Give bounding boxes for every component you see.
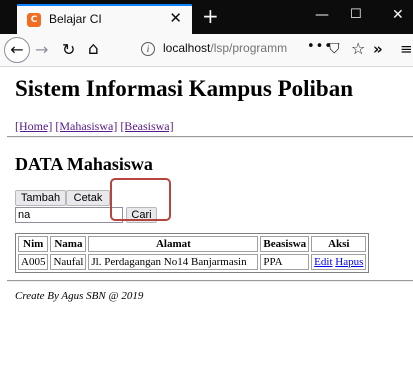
- url-path: /lsp/programm: [210, 41, 288, 55]
- footer-text: Create By Agus SBN @ 2019: [15, 290, 144, 302]
- url-host: localhost: [163, 41, 211, 55]
- divider: [7, 280, 413, 282]
- pocket-icon[interactable]: ⛉: [329, 41, 340, 57]
- cell-nama: Naufal: [50, 254, 87, 270]
- home-icon[interactable]: ⌂: [88, 39, 99, 59]
- table-row: A005 Naufal Jl. Perdagangan No14 Banjarm…: [18, 254, 367, 270]
- window-close-icon[interactable]: ✕: [392, 8, 404, 22]
- cell-nim: A005: [18, 254, 49, 270]
- hamburger-menu-icon[interactable]: ≡: [400, 40, 413, 58]
- forward-icon[interactable]: →: [35, 40, 48, 59]
- hapus-link[interactable]: Hapus: [335, 256, 363, 268]
- tab-title: Belajar CI: [49, 12, 102, 26]
- reload-icon[interactable]: ↻: [62, 40, 75, 59]
- page-title: Sistem Informasi Kampus Poliban: [15, 76, 354, 101]
- tambah-button[interactable]: Tambah: [15, 190, 66, 206]
- nav-link-mahasiswa[interactable]: [Mahasiswa]: [55, 119, 117, 133]
- site-info-icon[interactable]: i: [141, 42, 155, 56]
- tab-close-icon[interactable]: ✕: [169, 9, 182, 27]
- maximize-icon[interactable]: ☐: [350, 8, 362, 22]
- cetak-button[interactable]: Cetak: [66, 190, 110, 206]
- new-tab-icon[interactable]: +: [202, 6, 219, 26]
- header-alamat: Alamat: [88, 236, 259, 252]
- back-icon[interactable]: ←: [4, 37, 30, 63]
- search-input[interactable]: [15, 207, 123, 223]
- codeigniter-favicon-icon: C: [27, 13, 41, 27]
- header-nim: Nim: [18, 236, 49, 252]
- site-nav: [Home] [Mahasiswa] [Beasiswa]: [15, 119, 174, 134]
- nav-link-home[interactable]: [Home]: [15, 119, 52, 133]
- header-nama: Nama: [50, 236, 87, 252]
- minimize-icon[interactable]: —: [315, 8, 329, 22]
- browser-navbar: ← → ↻ ⌂ i localhost/lsp/programm ••• ⛉ ☆…: [0, 34, 413, 67]
- header-aksi: Aksi: [311, 236, 367, 252]
- cell-beasiswa: PPA: [260, 254, 310, 270]
- bookmark-star-icon[interactable]: ☆: [351, 39, 365, 58]
- url-bar[interactable]: i localhost/lsp/programm ••• ⛉ ☆: [111, 38, 401, 63]
- page-content: Sistem Informasi Kampus Poliban [Home] […: [0, 68, 413, 380]
- table-header-row: Nim Nama Alamat Beasiswa Aksi: [18, 236, 367, 252]
- cell-aksi: Edit Hapus: [311, 254, 367, 270]
- browser-titlebar: C Belajar CI ✕ + — ☐ ✕: [0, 0, 413, 34]
- browser-tab[interactable]: C Belajar CI ✕: [17, 4, 192, 34]
- mahasiswa-table: Nim Nama Alamat Beasiswa Aksi A005 Naufa…: [15, 233, 370, 273]
- edit-link[interactable]: Edit: [314, 256, 332, 268]
- header-beasiswa: Beasiswa: [260, 236, 310, 252]
- nav-link-beasiswa[interactable]: [Beasiswa]: [120, 119, 173, 133]
- section-title: DATA Mahasiswa: [15, 154, 153, 174]
- divider: [7, 136, 413, 138]
- highlight-annotation: [110, 178, 171, 221]
- cell-alamat: Jl. Perdagangan No14 Banjarmasin: [88, 254, 259, 270]
- url-text[interactable]: localhost/lsp/programm: [163, 41, 295, 55]
- overflow-chevron-icon[interactable]: »: [373, 40, 383, 58]
